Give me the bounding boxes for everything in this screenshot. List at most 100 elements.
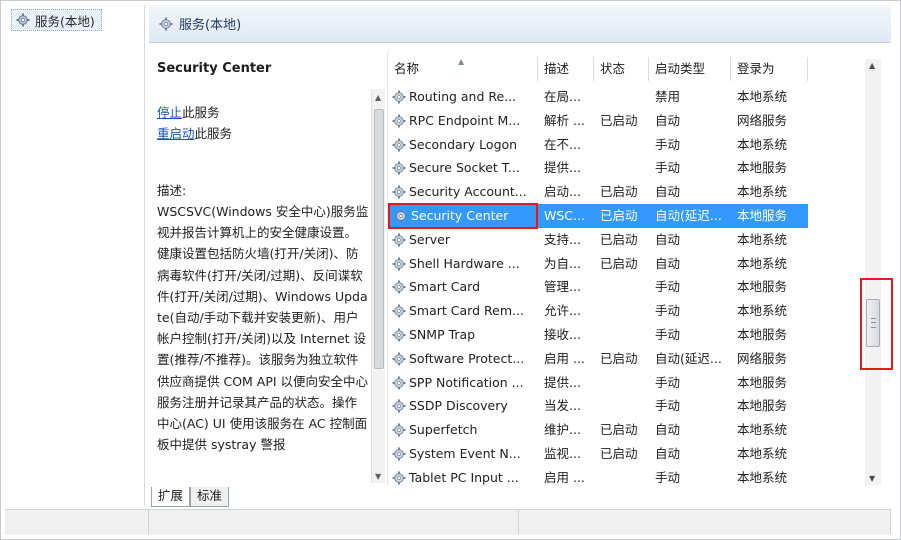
description-label: 描述: bbox=[157, 183, 187, 198]
services-list-scrollbar[interactable]: ▲ ▼ bbox=[865, 59, 881, 485]
service-name-cell: Software Protect... bbox=[388, 347, 538, 371]
table-row[interactable]: Secure Socket T... 提供... 手动 本地服务 bbox=[388, 156, 808, 180]
table-row[interactable]: Software Protect... 启用 ... 已启动 自动(延迟... 网络服务 bbox=[388, 347, 808, 371]
table-row[interactable]: Secondary Logon 在不... 手动 本地系统 bbox=[388, 133, 808, 157]
table-row[interactable]: Server 支持... 已启动 自动 本地系统 bbox=[388, 228, 808, 252]
column-header-startup-type[interactable]: 启动类型 bbox=[649, 57, 731, 81]
column-header-description[interactable]: 描述 bbox=[538, 57, 594, 81]
gear-icon bbox=[392, 447, 406, 461]
service-name: Security Account... bbox=[409, 184, 527, 200]
scroll-thumb-highlight bbox=[860, 278, 893, 370]
service-startup-cell: 手动 bbox=[655, 469, 681, 485]
table-row[interactable]: Routing and Re... 在局... 禁用 本地系统 bbox=[388, 85, 808, 109]
table-row[interactable]: Security Account... 启动... 已启动 自动 本地系统 bbox=[388, 180, 808, 204]
table-row[interactable]: Tablet PC Input ... 启用 ... 手动 本地系统 bbox=[388, 466, 808, 485]
gear-icon bbox=[392, 376, 406, 390]
service-status-cell bbox=[594, 133, 649, 157]
service-name-cell: Security Center bbox=[388, 203, 538, 229]
service-status-cell bbox=[594, 466, 649, 485]
service-startup-cell: 自动 bbox=[655, 112, 681, 128]
service-startup-cell: 手动 bbox=[655, 160, 681, 176]
service-logon-cell: 本地系统 bbox=[737, 255, 788, 271]
service-logon-cell: 本地系统 bbox=[737, 184, 788, 200]
tab-extended[interactable]: 扩展 bbox=[151, 487, 191, 507]
gear-icon bbox=[392, 280, 406, 294]
service-logon-cell: 本地服务 bbox=[737, 398, 788, 414]
service-logon-cell: 本地服务 bbox=[737, 374, 788, 390]
gear-icon bbox=[392, 233, 406, 247]
description-scroll-thumb[interactable] bbox=[374, 109, 384, 369]
gear-icon bbox=[392, 185, 406, 199]
service-description-cell: 在局... bbox=[544, 89, 581, 104]
service-description-cell: 维护... bbox=[544, 422, 581, 438]
gear-icon bbox=[392, 328, 406, 342]
table-row[interactable]: System Event N... 监视... 已启动 自动 本地系统 bbox=[388, 442, 808, 466]
description-scrollbar[interactable]: ▲ ▼ bbox=[371, 89, 385, 483]
service-description-cell: 管理... bbox=[544, 279, 581, 295]
service-status-cell: 已启动 bbox=[600, 231, 638, 247]
service-startup-cell: 手动 bbox=[655, 136, 681, 152]
service-name: RPC Endpoint M... bbox=[409, 112, 521, 128]
table-row[interactable]: Shell Hardware ... 为自... 已启动 自动 本地系统 bbox=[388, 252, 808, 276]
stop-service-suffix: 此服务 bbox=[182, 105, 220, 120]
service-status-cell bbox=[594, 299, 649, 323]
tree-item-label: 服务(本地) bbox=[35, 13, 95, 29]
service-logon-cell: 本地服务 bbox=[737, 279, 788, 295]
service-status-cell: 已启动 bbox=[600, 112, 638, 128]
gear-icon bbox=[392, 471, 406, 485]
service-logon-cell: 本地系统 bbox=[737, 89, 788, 104]
service-status-cell bbox=[594, 323, 649, 347]
table-row[interactable]: RPC Endpoint M... 解析 ... 已启动 自动 网络服务 bbox=[388, 109, 808, 133]
pane-title: 服务(本地) bbox=[179, 18, 242, 33]
table-row[interactable]: Smart Card 管理... 手动 本地服务 bbox=[388, 275, 808, 299]
service-description-cell: 解析 ... bbox=[544, 112, 585, 128]
service-status-cell bbox=[594, 275, 649, 299]
stop-service-link[interactable]: 停止 bbox=[157, 105, 182, 120]
scroll-up-arrow-icon[interactable]: ▲ bbox=[375, 93, 381, 102]
table-row[interactable]: SPP Notification ... 提供... 手动 本地服务 bbox=[388, 371, 808, 395]
gear-icon bbox=[16, 13, 30, 27]
restart-service-suffix: 此服务 bbox=[194, 126, 233, 141]
column-header-logon-as[interactable]: 登录为 bbox=[731, 57, 808, 81]
service-logon-cell: 本地系统 bbox=[737, 136, 788, 152]
service-startup-cell: 自动(延迟... bbox=[655, 208, 722, 223]
service-name: Secondary Logon bbox=[409, 136, 518, 152]
column-header-name[interactable]: ▲ 名称 bbox=[388, 57, 538, 81]
service-name: Smart Card Rem... bbox=[409, 303, 524, 319]
tab-standard[interactable]: 标准 bbox=[190, 487, 230, 507]
service-startup-cell: 禁用 bbox=[655, 89, 681, 104]
service-status-cell bbox=[594, 85, 649, 109]
service-name: Secure Socket T... bbox=[409, 160, 520, 176]
table-row[interactable]: Smart Card Rem... 允许... 手动 本地系统 bbox=[388, 299, 808, 323]
service-name-cell: Secure Socket T... bbox=[388, 156, 538, 180]
tree-item-services-local[interactable]: 服务(本地) bbox=[11, 9, 102, 31]
service-logon-cell: 本地服务 bbox=[737, 160, 788, 176]
selected-service-name: Security Center bbox=[157, 61, 272, 76]
service-description-cell: WSC... bbox=[544, 208, 585, 223]
list-header: ▲ 名称 描述 状态 启动类型 登录为 bbox=[388, 57, 808, 81]
table-row[interactable]: Superfetch 维护... 已启动 自动 本地系统 bbox=[388, 418, 808, 442]
service-startup-cell: 手动 bbox=[655, 279, 681, 295]
service-description-cell: 接收... bbox=[544, 327, 581, 342]
service-status-cell: 已启动 bbox=[600, 184, 638, 200]
table-row[interactable]: Security Center WSC... 已启动 自动(延迟... 本地服务 bbox=[388, 203, 808, 229]
table-row[interactable]: SSDP Discovery 当发... 手动 本地服务 bbox=[388, 394, 808, 418]
column-header-status[interactable]: 状态 bbox=[594, 57, 649, 81]
service-name-cell: Tablet PC Input ... bbox=[388, 466, 538, 485]
service-name-cell: Shell Hardware ... bbox=[388, 252, 538, 276]
service-startup-cell: 手动 bbox=[655, 327, 681, 342]
service-startup-cell: 自动 bbox=[655, 231, 681, 247]
gear-icon bbox=[392, 352, 406, 366]
service-name: Shell Hardware ... bbox=[409, 255, 520, 271]
view-tabs: 扩展 标准 bbox=[151, 487, 230, 507]
scroll-down-arrow-icon[interactable]: ▼ bbox=[375, 472, 381, 481]
service-name: SNMP Trap bbox=[409, 327, 476, 342]
table-row[interactable]: SNMP Trap 接收... 手动 本地服务 bbox=[388, 323, 808, 347]
scroll-down-arrow-icon[interactable]: ▼ bbox=[869, 474, 875, 483]
restart-service-link[interactable]: 重启动 bbox=[157, 126, 195, 141]
restart-service-line: 重启动此服务 bbox=[157, 123, 371, 144]
tree-panel: 服务(本地) bbox=[5, 5, 145, 505]
scroll-up-arrow-icon[interactable]: ▲ bbox=[869, 61, 875, 70]
gear-icon bbox=[159, 16, 173, 31]
status-bar-cell bbox=[519, 510, 891, 534]
